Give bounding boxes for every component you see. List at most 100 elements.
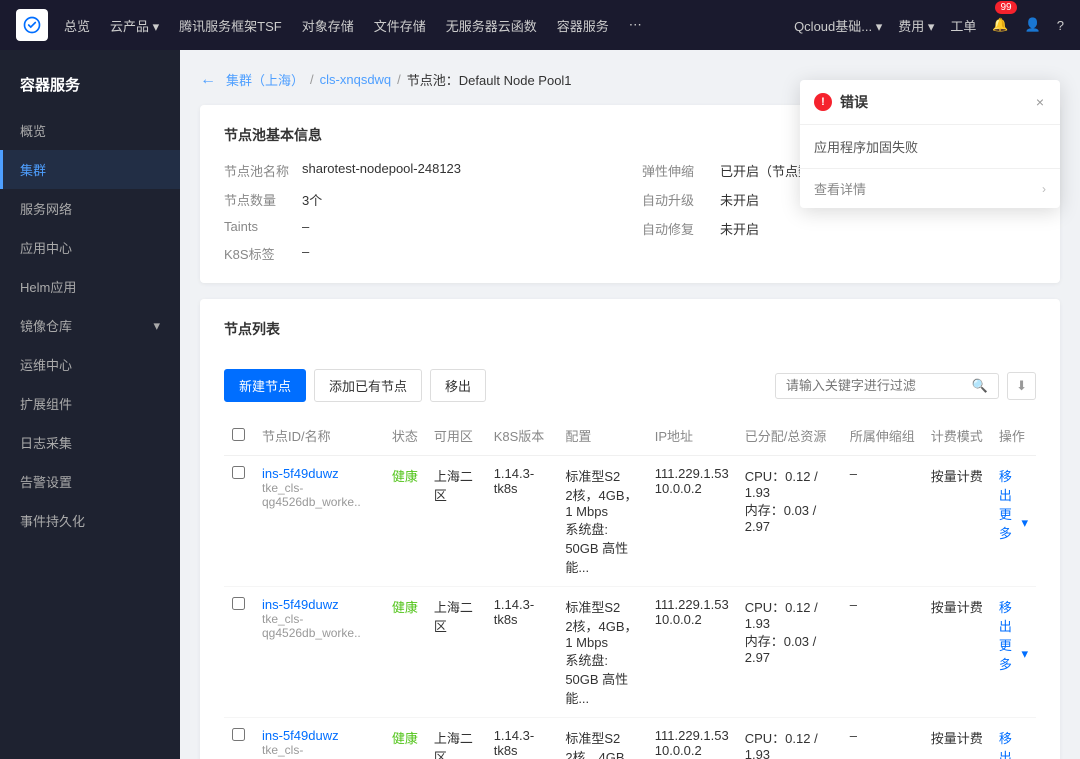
notification-bell[interactable]: 🔔 99 [992,17,1008,33]
info-value-autorepair: 未开启 [720,219,759,238]
bell-icon: 🔔 [992,17,1008,33]
search-input[interactable] [786,378,966,393]
add-existing-button[interactable]: 添加已有节点 [314,369,422,402]
sidebar-title: 容器服务 [0,66,180,111]
breadcrumb-current: 节点池：Default Node Pool1 [407,70,572,89]
node-resources-1: CPU：0.12 / 1.93 内存：0.03 / 2.97 [737,587,842,718]
table-row: ins-5f49duwz tke_cls-qg4526db_worke.. 健康… [224,587,1036,718]
info-label-taints: Taints [224,219,294,234]
node-migrate-action-0[interactable]: 移出 [999,469,1012,503]
search-icon[interactable]: 🔍 [972,378,988,394]
node-resources-2: CPU：0.12 / 1.93 内存：0.03 / 2.97 [737,718,842,759]
row-checkbox-1[interactable] [232,597,245,610]
migrate-button[interactable]: 移出 [430,369,486,402]
nav-cfs[interactable]: 文件存储 [374,16,426,35]
node-subname-2: tke_cls-qg4526db_worke.. [262,743,376,759]
node-more-action-0[interactable]: 更多 ▾ [999,504,1028,542]
node-list-header: 节点列表 [224,319,1036,355]
close-error-button[interactable]: × [1034,92,1046,112]
breadcrumb-cluster-id[interactable]: cls-xnqsdwq [320,72,392,87]
col-id-name: 节点ID/名称 [254,416,384,456]
info-value-taints: – [302,219,309,234]
error-icon: ! [814,93,832,111]
node-actions-2: 移出 更多 ▾ [991,718,1036,759]
table-header-row: 节点ID/名称 状态 可用区 K8S版本 配置 IP地址 已分配/总资源 所属伸… [224,416,1036,456]
sidebar-item-ops[interactable]: 运维中心 [0,345,180,384]
row-checkbox-0[interactable] [232,466,245,479]
node-id-link-1[interactable]: ins-5f49duwz [262,597,339,612]
col-resources: 已分配/总资源 [737,416,842,456]
node-id-link-2[interactable]: ins-5f49duwz [262,728,339,743]
node-zone-1: 上海二区 [426,587,486,718]
sidebar-item-network[interactable]: 服务网络 [0,189,180,228]
nav-user-icon[interactable]: 👤 [1025,17,1041,33]
table-row: ins-5f49duwz tke_cls-qg4526db_worke.. 健康… [224,718,1036,759]
sidebar-item-alerts[interactable]: 告警设置 [0,462,180,501]
node-k8s-1: 1.14.3-tk8s [486,587,558,718]
node-ip-2: 111.229.1.53 10.0.0.2 [647,718,737,759]
sidebar-item-logs[interactable]: 日志采集 [0,423,180,462]
info-label-autorepair: 自动修复 [642,219,712,238]
col-checkbox [224,416,254,456]
col-status: 状态 [384,416,426,456]
sidebar-item-helm[interactable]: Helm应用 [0,267,180,306]
node-billing-1: 按量计费 [923,587,991,718]
node-table: 节点ID/名称 状态 可用区 K8S版本 配置 IP地址 已分配/总资源 所属伸… [224,416,1036,759]
info-row-autorepair: 自动修复 未开启 [642,219,1036,238]
node-billing-2: 按量计费 [923,718,991,759]
arrow-icon: ▾ [153,318,160,334]
node-subname-1: tke_cls-qg4526db_worke.. [262,612,376,640]
nav-cos[interactable]: 对象存储 [302,16,354,35]
info-row-k8s-labels: K8S标签 – [224,244,618,263]
error-popup: ! 错误 × 应用程序加固失败 查看详情 › [800,80,1060,208]
nav-billing[interactable]: 费用 ▾ [898,16,934,35]
download-icon[interactable]: ⬇ [1007,372,1036,400]
sidebar-item-events[interactable]: 事件持久化 [0,501,180,540]
nav-more[interactable]: ⋯ [629,17,642,33]
error-title: 错误 [840,92,1026,112]
sidebar-item-registry[interactable]: 镜像仓库 ▾ [0,306,180,345]
nav-scf[interactable]: 无服务器云函数 [446,16,537,35]
select-all-checkbox[interactable] [232,428,245,441]
nav-tsf[interactable]: 腾讯服务框架TSF [179,16,282,35]
nav-help-icon[interactable]: ? [1057,18,1064,33]
node-actions-1: 移出 更多 ▾ [991,587,1036,718]
info-row-taints: Taints – [224,219,618,234]
node-list-title: 节点列表 [224,319,280,339]
node-list-card: 节点列表 新建节点 添加已有节点 移出 🔍 ⬇ [200,299,1060,759]
col-scale-group: 所属伸缩组 [842,416,923,456]
sidebar-item-extensions[interactable]: 扩展组件 [0,384,180,423]
node-k8s-0: 1.14.3-tk8s [486,456,558,587]
nav-overview[interactable]: 总览 [64,16,90,35]
row-checkbox-2[interactable] [232,728,245,741]
nav-tools[interactable]: 工单 [950,16,976,35]
col-k8s: K8S版本 [486,416,558,456]
node-ip-0: 111.229.1.53 10.0.0.2 [647,456,737,587]
node-migrate-action-2[interactable]: 移出 [999,731,1012,759]
node-scalegroup-1: – [842,587,923,718]
logo[interactable] [16,9,48,41]
col-ip: IP地址 [647,416,737,456]
node-actions-0: 移出 更多 ▾ [991,456,1036,587]
nav-right: Qcloud基础... ▾ 费用 ▾ 工单 🔔 99 👤 ? [794,16,1064,35]
sidebar-item-appcenter[interactable]: 应用中心 [0,228,180,267]
sidebar-item-cluster[interactable]: 集群 [0,150,180,189]
nav-account[interactable]: Qcloud基础... ▾ [794,16,882,35]
sidebar-item-overview[interactable]: 概览 [0,111,180,150]
nav-tke[interactable]: 容器服务 [557,16,609,35]
node-more-action-1[interactable]: 更多 ▾ [999,635,1028,673]
search-box[interactable]: 🔍 [775,373,999,399]
node-table-wrap: 节点ID/名称 状态 可用区 K8S版本 配置 IP地址 已分配/总资源 所属伸… [224,416,1036,759]
back-button[interactable]: ← [200,71,216,89]
nav-cloud-products[interactable]: 云产品 ▾ [110,16,159,35]
node-id-link-0[interactable]: ins-5f49duwz [262,466,339,481]
node-status-2: 健康 [392,731,418,746]
info-label-scaling: 弹性伸缩 [642,161,712,180]
node-migrate-action-1[interactable]: 移出 [999,600,1012,634]
info-label-autoupgrade: 自动升级 [642,190,712,209]
error-detail-link[interactable]: 查看详情 › [800,168,1060,208]
node-config-1: 标准型S2 2核，4GB，1 Mbps 系统盘: 50GB 高性能... [557,587,646,718]
table-row: ins-5f49duwz tke_cls-qg4526db_worke.. 健康… [224,456,1036,587]
breadcrumb-cluster[interactable]: 集群（上海） [226,70,304,89]
new-node-button[interactable]: 新建节点 [224,369,306,402]
